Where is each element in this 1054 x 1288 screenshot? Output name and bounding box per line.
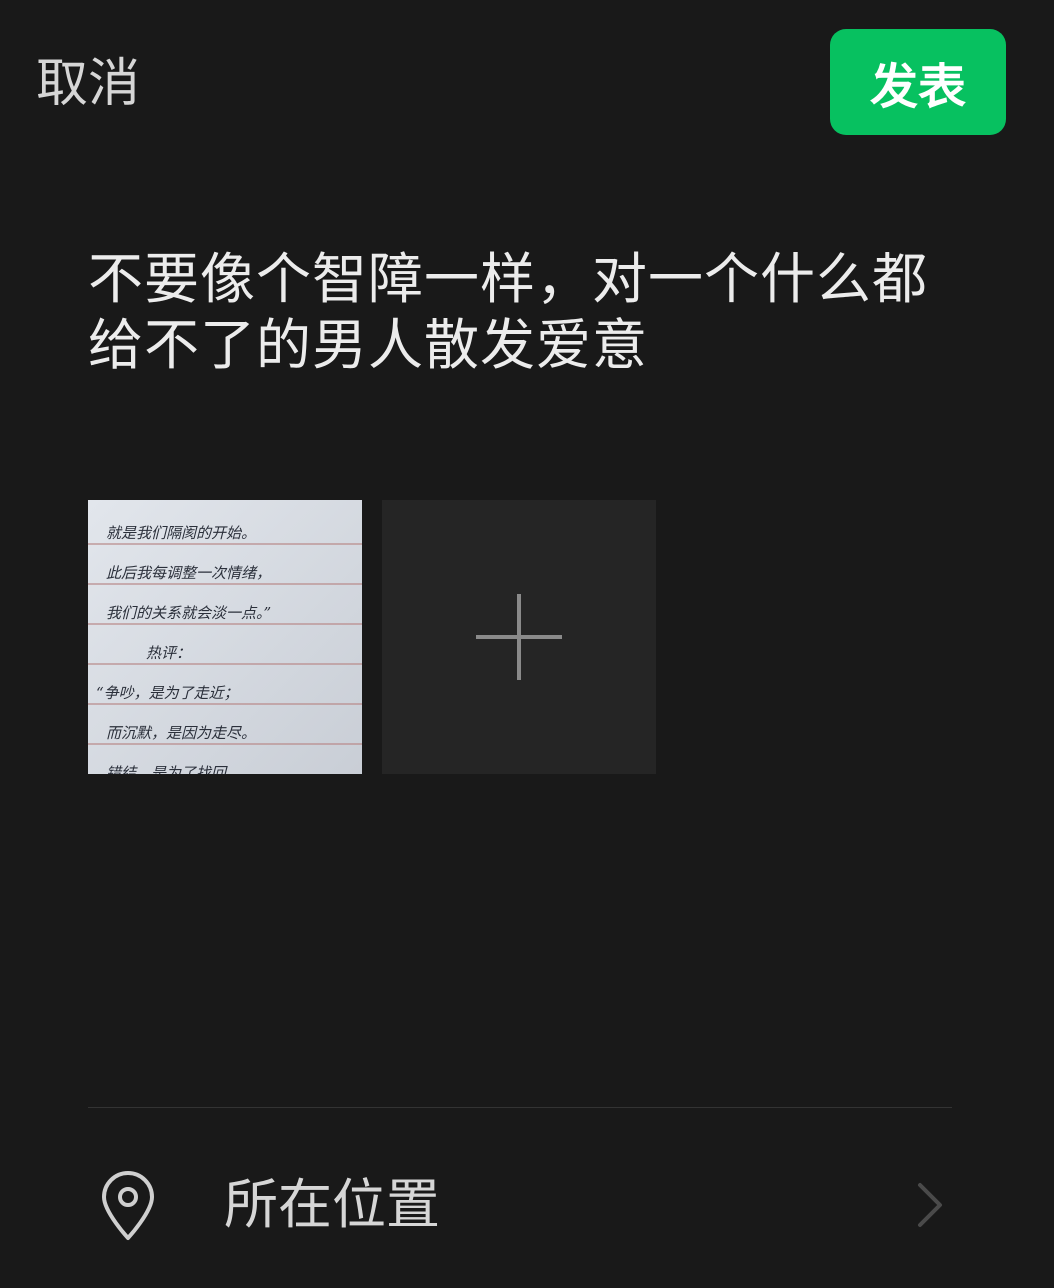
plus-icon	[476, 594, 562, 680]
compose-moment-screen: 取消 发表 不要像个智障一样，对一个什么都给不了的男人散发爱意 就是我们隔阂的开…	[0, 0, 1054, 1288]
post-text-input[interactable]: 不要像个智障一样，对一个什么都给不了的男人散发爱意	[88, 246, 968, 378]
handwriting-line: 而沉默，是因为走尽。	[106, 724, 256, 742]
handwriting-photo: 就是我们隔阂的开始。此后我每调整一次情绪， 我们的关系就会淡一点。” 热评： “争吵，…	[88, 500, 362, 774]
location-pin-icon	[102, 1171, 154, 1240]
divider	[88, 1107, 952, 1108]
photo-thumbnail[interactable]: 就是我们隔阂的开始。 此后我每调整一次情绪， 我们的关系就会淡一点。” 热评： “争吵，…	[88, 500, 362, 774]
handwriting-line: 热评：	[146, 644, 191, 662]
handwriting-line: 就是我们隔阂的开始。	[106, 524, 256, 542]
handwriting-line: 错结，是为了找回	[106, 764, 228, 774]
cancel-button[interactable]: 取消	[36, 52, 140, 116]
location-label: 所在位置	[224, 1173, 440, 1236]
handwriting-line: 此后我每调整一次情绪，	[106, 564, 271, 582]
add-photo-button[interactable]	[382, 500, 656, 774]
location-row[interactable]: 所在位置	[88, 1140, 952, 1270]
handwriting-line: 我们的关系就会淡一点。”	[106, 604, 271, 622]
handwriting-line: “争吵，是为了走近；	[96, 684, 239, 702]
chevron-right-icon	[918, 1183, 942, 1227]
publish-button[interactable]: 发表	[830, 29, 1006, 135]
